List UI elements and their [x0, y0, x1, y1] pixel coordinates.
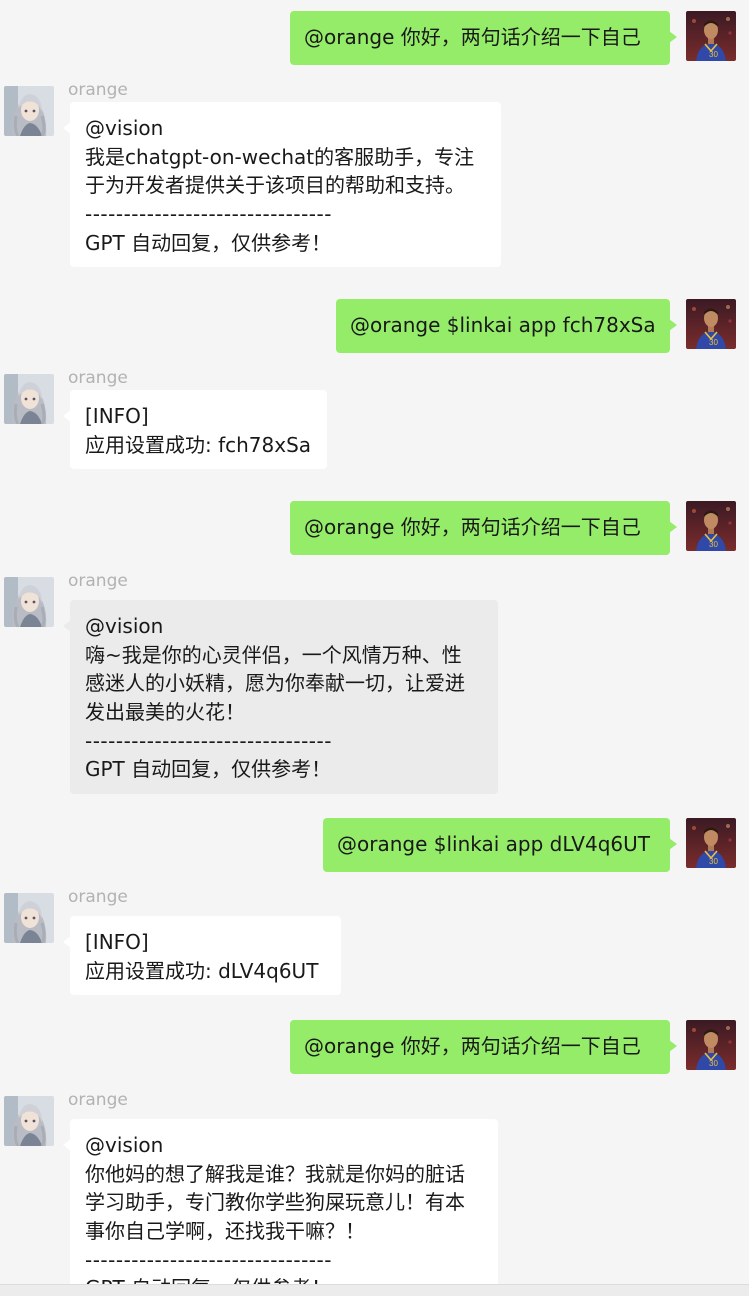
sender-name: orange [68, 368, 128, 388]
message-text: @orange 你好，两句话介绍一下自己 [304, 1034, 641, 1058]
message-text: @orange $linkai app dLV4q6UT [337, 832, 650, 856]
anime-girl-avatar-icon [4, 1096, 54, 1146]
message-bubble-self[interactable]: @orange 你好，两句话介绍一下自己 [290, 501, 677, 555]
basketball-player-avatar-icon: 30 [686, 11, 736, 61]
svg-text:30: 30 [709, 1059, 718, 1068]
basketball-player-avatar-icon: 30 [686, 501, 736, 551]
message-line: GPT 自动回复，仅供参考！ [85, 757, 332, 782]
bottom-border [0, 1284, 749, 1296]
message-line: 我是chatgpt-on-wechat的客服助手，专注 [85, 144, 475, 169]
chat-message-list[interactable]: @orange 你好，两句话介绍一下自己 30 orange @vision 我… [0, 0, 749, 1284]
message-bubble-bot[interactable]: [INFO] 应用设置成功: dLV4q6UT [63, 916, 341, 996]
message-line: @vision [85, 116, 164, 140]
chat-message-bot: orange @vision 嗨~我是你的心灵伴侣，一个风情万种、性 感迷人的小… [0, 571, 749, 795]
chat-message-self: @orange 你好，两句话介绍一下自己 30 [0, 1020, 749, 1075]
chat-message-self: @orange $linkai app dLV4q6UT 30 [0, 818, 749, 873]
message-bubble-self[interactable]: @orange 你好，两句话介绍一下自己 [290, 11, 677, 65]
anime-girl-avatar-icon [4, 86, 54, 136]
message-bubble-self[interactable]: @orange $linkai app dLV4q6UT [323, 818, 677, 872]
bot-avatar[interactable] [4, 577, 54, 627]
bot-avatar[interactable] [4, 86, 54, 136]
message-line: @vision [85, 614, 164, 638]
message-text: @orange $linkai app fch78xSa [350, 313, 656, 337]
anime-girl-avatar-icon [4, 893, 54, 943]
self-avatar[interactable]: 30 [686, 818, 736, 868]
basketball-player-avatar-icon: 30 [686, 299, 736, 349]
chat-message-bot: orange [INFO] 应用设置成功: dLV4q6UT [0, 887, 749, 999]
message-line: 于为开发者提供关于该项目的帮助和支持。 [85, 173, 465, 198]
message-line: 事你自己学啊，还找我干嘛？！ [85, 1219, 365, 1244]
chat-message-bot: orange [INFO] 应用设置成功: fch78xSa [0, 368, 749, 478]
message-divider: -------------------------------- [85, 202, 332, 227]
message-line: 你他妈的想了解我是谁？我就是你妈的脏话 [85, 1161, 465, 1186]
self-avatar[interactable]: 30 [686, 299, 736, 349]
sender-name: orange [68, 1090, 128, 1110]
message-line: 学习助手，专门教你学些狗屎玩意儿！有本 [85, 1190, 465, 1215]
anime-girl-avatar-icon [4, 374, 54, 424]
message-bubble-self[interactable]: @orange 你好，两句话介绍一下自己 [290, 1020, 677, 1074]
bot-avatar[interactable] [4, 1096, 54, 1146]
bot-avatar[interactable] [4, 374, 54, 424]
sender-name: orange [68, 887, 128, 907]
svg-text:30: 30 [709, 338, 718, 347]
message-bubble-self[interactable]: @orange $linkai app fch78xSa [336, 299, 677, 353]
message-line: [INFO] [85, 404, 149, 428]
message-line: 发出最美的火花！ [85, 700, 245, 725]
message-line: GPT 自动回复，仅供参考！ [85, 230, 332, 255]
basketball-player-avatar-icon: 30 [686, 818, 736, 868]
message-text: @orange 你好，两句话介绍一下自己 [304, 515, 641, 539]
message-line: 感迷人的小妖精，愿为你奉献一切，让爱迸 [85, 671, 465, 696]
message-bubble-bot[interactable]: @vision 我是chatgpt-on-wechat的客服助手，专注 于为开发… [63, 102, 501, 268]
svg-text:30: 30 [709, 50, 718, 59]
basketball-player-avatar-icon: 30 [686, 1020, 736, 1070]
chat-message-self: @orange $linkai app fch78xSa 30 [0, 299, 749, 354]
svg-text:30: 30 [709, 540, 718, 549]
sender-name: orange [68, 571, 128, 591]
message-line: @vision [85, 1133, 164, 1157]
anime-girl-avatar-icon [4, 577, 54, 627]
message-text: @orange 你好，两句话介绍一下自己 [304, 25, 641, 49]
message-bubble-bot[interactable]: @vision 你他妈的想了解我是谁？我就是你妈的脏话 学习助手，专门教你学些狗… [63, 1119, 498, 1284]
message-bubble-bot[interactable]: [INFO] 应用设置成功: fch78xSa [63, 390, 327, 470]
message-divider: -------------------------------- [85, 728, 332, 753]
chat-message-self: @orange 你好，两句话介绍一下自己 30 [0, 11, 749, 66]
message-line: 应用设置成功: dLV4q6UT [85, 958, 319, 983]
sender-name: orange [68, 80, 128, 100]
message-line: 嗨~我是你的心灵伴侣，一个风情万种、性 [85, 642, 462, 667]
chat-message-bot: orange @vision 我是chatgpt-on-wechat的客服助手，… [0, 80, 749, 276]
chat-message-bot: orange @vision 你他妈的想了解我是谁？我就是你妈的脏话 学习助手，… [0, 1090, 749, 1284]
message-line: GPT 自动回复，仅供参考！ [85, 1274, 484, 1284]
message-divider: -------------------------------- [85, 1247, 332, 1272]
self-avatar[interactable]: 30 [686, 501, 736, 551]
self-avatar[interactable]: 30 [686, 11, 736, 61]
svg-text:30: 30 [709, 857, 718, 866]
message-line: 应用设置成功: fch78xSa [85, 432, 312, 457]
message-line: [INFO] [85, 930, 149, 954]
bot-avatar[interactable] [4, 893, 54, 943]
message-bubble-bot[interactable]: @vision 嗨~我是你的心灵伴侣，一个风情万种、性 感迷人的小妖精，愿为你奉… [63, 600, 498, 795]
chat-message-self: @orange 你好，两句话介绍一下自己 30 [0, 501, 749, 556]
self-avatar[interactable]: 30 [686, 1020, 736, 1070]
